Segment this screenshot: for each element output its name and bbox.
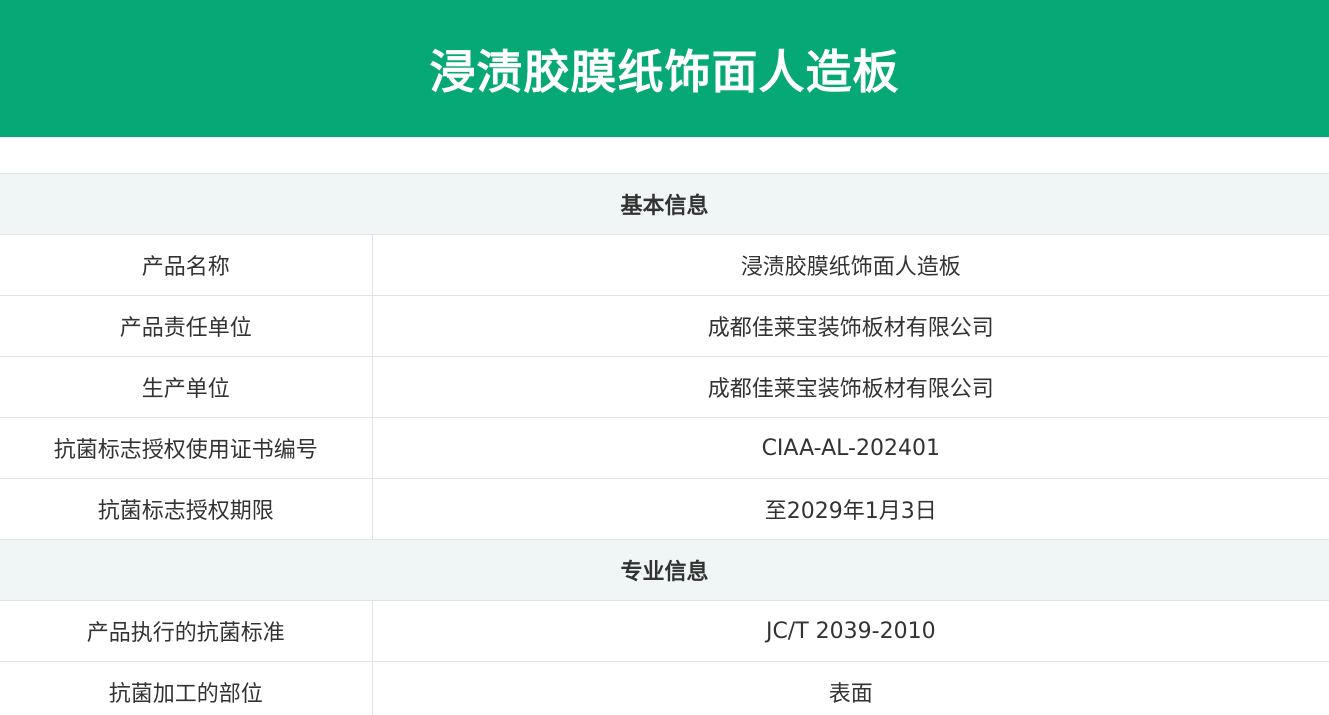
row-label: 产品名称 xyxy=(0,234,373,296)
row-value: 成都佳莱宝装饰板材有限公司 xyxy=(372,356,1329,418)
info-table: 基本信息 产品名称 浸渍胶膜纸饰面人造板 产品责任单位 成都佳莱宝装饰板材有限公… xyxy=(0,173,1329,715)
section-header-professional: 专业信息 xyxy=(0,539,1329,601)
table-row: 抗菌加工的部位 表面 xyxy=(0,661,1329,715)
table-row: 抗菌标志授权期限 至2029年1月3日 xyxy=(0,478,1329,540)
table-row: 抗菌标志授权使用证书编号 CIAA-AL-202401 xyxy=(0,417,1329,479)
section-header-basic: 基本信息 xyxy=(0,173,1329,235)
table-row: 产品执行的抗菌标准 JC/T 2039-2010 xyxy=(0,600,1329,662)
section-title: 基本信息 xyxy=(0,173,1329,235)
section-title: 专业信息 xyxy=(0,539,1329,601)
row-label: 抗菌标志授权期限 xyxy=(0,478,373,540)
row-label: 生产单位 xyxy=(0,356,373,418)
row-value: 至2029年1月3日 xyxy=(372,478,1329,540)
table-row: 生产单位 成都佳莱宝装饰板材有限公司 xyxy=(0,356,1329,418)
row-value: 浸渍胶膜纸饰面人造板 xyxy=(372,234,1329,296)
header-spacer xyxy=(0,137,1329,173)
row-value: 成都佳莱宝装饰板材有限公司 xyxy=(372,295,1329,357)
row-label: 抗菌加工的部位 xyxy=(0,661,373,715)
page-header: 浸渍胶膜纸饰面人造板 xyxy=(0,0,1329,137)
table-row: 产品责任单位 成都佳莱宝装饰板材有限公司 xyxy=(0,295,1329,357)
table-row: 产品名称 浸渍胶膜纸饰面人造板 xyxy=(0,234,1329,296)
row-label: 抗菌标志授权使用证书编号 xyxy=(0,417,373,479)
row-label: 产品执行的抗菌标准 xyxy=(0,600,373,662)
row-value: JC/T 2039-2010 xyxy=(372,600,1329,662)
row-value: 表面 xyxy=(372,661,1329,715)
row-label: 产品责任单位 xyxy=(0,295,373,357)
row-value: CIAA-AL-202401 xyxy=(372,417,1329,479)
page-title: 浸渍胶膜纸饰面人造板 xyxy=(429,44,900,99)
